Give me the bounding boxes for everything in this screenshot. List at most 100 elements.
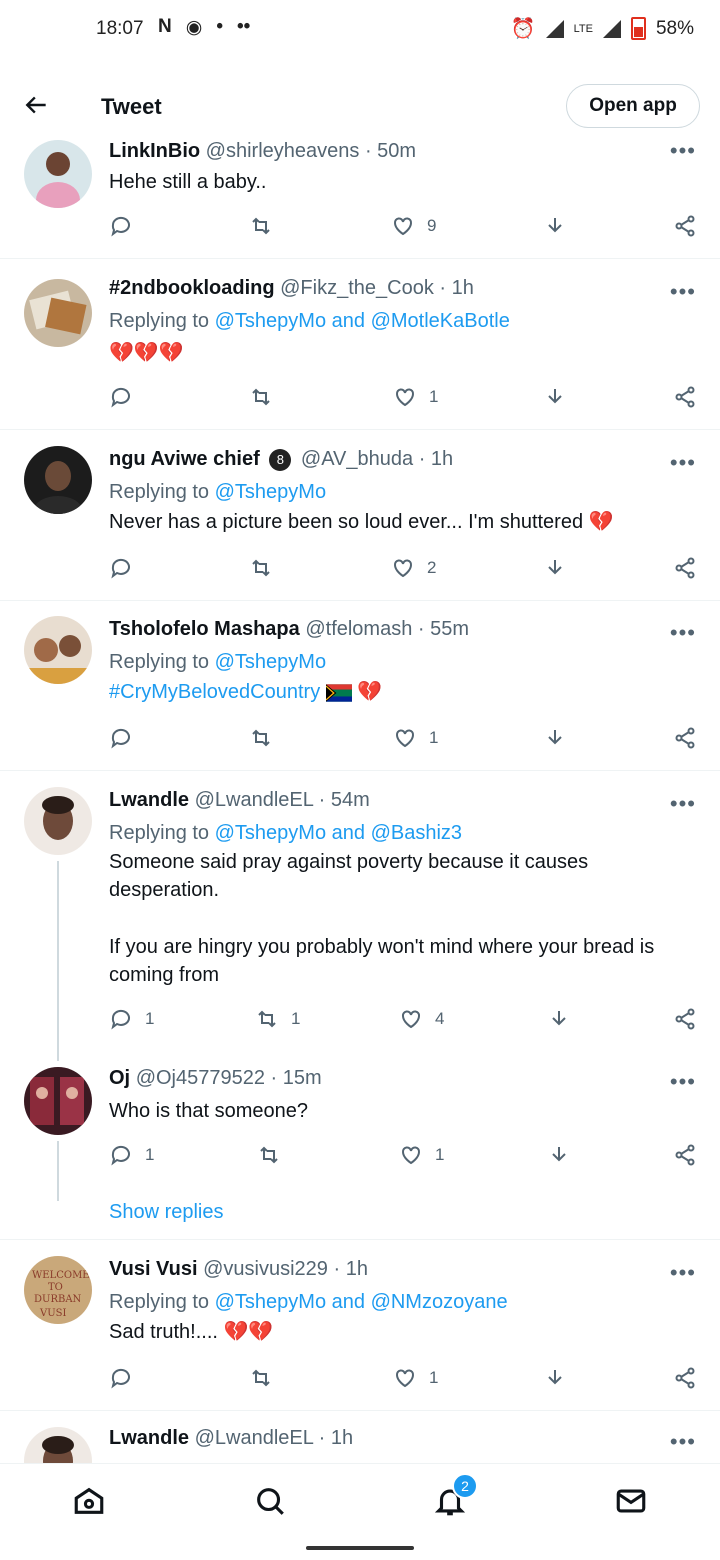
handle[interactable]: @AV_bhuda (301, 448, 413, 470)
share-icon[interactable] (673, 385, 697, 409)
display-name[interactable]: LinkInBio (109, 140, 200, 162)
more-options-icon[interactable]: ••• (670, 791, 696, 817)
retweet-icon[interactable] (249, 726, 273, 750)
retweet-button[interactable]: 1 (255, 1007, 300, 1031)
reply-icon[interactable] (109, 385, 133, 409)
reply-icon[interactable] (109, 556, 133, 580)
like-button[interactable]: 4 (399, 1007, 444, 1031)
reply-button[interactable]: 1 (109, 1007, 154, 1031)
more-options-icon[interactable]: ••• (670, 138, 696, 164)
like-count: 1 (429, 387, 439, 406)
download-icon[interactable] (543, 385, 567, 409)
like-count: 2 (427, 558, 437, 577)
display-name[interactable]: Lwandle (109, 1427, 189, 1449)
share-icon[interactable] (673, 1007, 697, 1031)
messages-envelope-icon[interactable] (614, 1484, 650, 1520)
like-button[interactable]: 1 (393, 385, 438, 409)
avatar[interactable] (24, 616, 92, 684)
share-icon[interactable] (673, 726, 697, 750)
display-name[interactable]: Lwandle (109, 789, 189, 811)
like-button[interactable]: 9 (391, 214, 436, 238)
display-name[interactable]: #2ndbookloading (109, 277, 275, 299)
display-name[interactable]: Tsholofelo Mashapa (109, 618, 300, 640)
mention-link[interactable]: @TshepyMo and @NMzozoyane (215, 1291, 508, 1313)
tweet[interactable]: Lwandle @LwandleEL · 1h ••• (0, 1411, 720, 1463)
tweet-text-line: desperation. (109, 879, 220, 901)
avatar[interactable] (24, 1067, 92, 1135)
avatar[interactable]: WELCOME TO DURBAN VUSI (24, 1256, 92, 1324)
retweet-icon[interactable] (249, 385, 273, 409)
home-icon[interactable] (72, 1484, 108, 1520)
like-button[interactable]: 1 (399, 1143, 444, 1167)
display-name[interactable]: ngu Aviwe chief (109, 448, 260, 470)
handle[interactable]: @shirleyheavens (206, 140, 360, 162)
handle[interactable]: @LwandleEL (195, 789, 314, 811)
like-button[interactable]: 2 (391, 556, 436, 580)
mention-link[interactable]: @TshepyMo and @Bashiz3 (215, 822, 462, 844)
avatar[interactable] (24, 1427, 92, 1463)
share-icon[interactable] (673, 1366, 697, 1390)
hashtag-link[interactable]: #CryMyBelovedCountry (109, 681, 320, 703)
reply-icon[interactable] (109, 214, 133, 238)
more-options-icon[interactable]: ••• (670, 1260, 696, 1286)
mention-link[interactable]: @TshepyMo and @MotleKaBotle (215, 310, 510, 332)
share-icon[interactable] (673, 1143, 697, 1167)
more-options-icon[interactable]: ••• (670, 1429, 696, 1455)
download-icon[interactable] (543, 726, 567, 750)
arrow-left-icon[interactable] (24, 92, 50, 125)
retweet-icon[interactable] (249, 556, 273, 580)
avatar[interactable] (24, 279, 92, 347)
download-icon[interactable] (543, 556, 567, 580)
download-icon[interactable] (543, 1366, 567, 1390)
like-button[interactable]: 1 (393, 1366, 438, 1390)
tweet[interactable]: LinkInBio @shirleyheavens · 50m ••• Hehe… (0, 138, 720, 259)
handle[interactable]: @tfelomash (305, 618, 412, 640)
open-app-button[interactable]: Open app (566, 84, 700, 128)
tweet-text-line: coming from (109, 964, 220, 986)
download-icon[interactable] (547, 1007, 571, 1031)
timestamp: 55m (430, 618, 470, 640)
retweet-icon[interactable] (249, 214, 273, 238)
like-count: 4 (435, 1009, 445, 1028)
handle[interactable]: @vusivusi229 (203, 1258, 328, 1280)
reply-button[interactable]: 1 (109, 1143, 154, 1167)
more-options-icon[interactable]: ••• (670, 1069, 696, 1095)
download-icon[interactable] (543, 214, 567, 238)
avatar[interactable] (24, 446, 92, 514)
like-button[interactable]: 1 (393, 726, 438, 750)
mention-link[interactable]: @TshepyMo (215, 651, 326, 673)
more-options-icon[interactable]: ••• (670, 450, 696, 476)
mention-link[interactable]: @TshepyMo (215, 481, 326, 503)
retweet-icon[interactable] (257, 1143, 281, 1167)
notification-badge: 2 (452, 1473, 478, 1499)
more-options-icon[interactable]: ••• (670, 279, 696, 305)
show-replies-link[interactable]: Show replies (109, 1198, 699, 1226)
handle[interactable]: @LwandleEL (195, 1427, 314, 1449)
more-notifications-icon: •• (236, 16, 251, 37)
avatar[interactable] (24, 787, 92, 855)
heart-icon (394, 559, 412, 578)
tweet[interactable]: WELCOME TO DURBAN VUSI Vusi Vusi @vusivu… (0, 1240, 720, 1411)
search-icon[interactable] (253, 1484, 289, 1520)
tweet[interactable]: Tsholofelo Mashapa @tfelomash · 55m ••• … (0, 600, 720, 771)
download-icon[interactable] (547, 1143, 571, 1167)
timestamp: 1h (345, 1258, 368, 1280)
more-options-icon[interactable]: ••• (670, 620, 696, 646)
replying-label: Replying to (109, 1291, 210, 1313)
display-name[interactable]: Vusi Vusi (109, 1258, 198, 1280)
display-name[interactable]: Oj (109, 1067, 130, 1089)
share-icon[interactable] (673, 214, 697, 238)
reply-icon[interactable] (109, 1366, 133, 1390)
avatar[interactable] (24, 140, 92, 208)
retweet-icon[interactable] (249, 1366, 273, 1390)
ball-badge-icon: 8 (269, 448, 292, 471)
heart-icon (402, 1146, 420, 1165)
tweet[interactable]: #2ndbookloading @Fikz_the_Cook · 1h ••• … (0, 259, 720, 430)
handle[interactable]: @Oj45779522 (136, 1067, 265, 1089)
chat-icon: ◉ (185, 17, 203, 38)
tweet-text: 💔💔💔 (109, 342, 184, 364)
reply-icon[interactable] (109, 726, 133, 750)
share-icon[interactable] (673, 556, 697, 580)
tweet[interactable]: ngu Aviwe chief 8 @AV_bhuda · 1h ••• Rep… (0, 430, 720, 601)
handle[interactable]: @Fikz_the_Cook (280, 277, 434, 299)
